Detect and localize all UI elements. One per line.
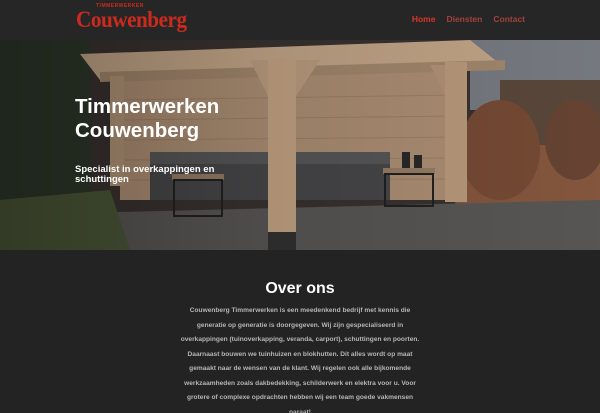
logo[interactable]: TIMMERWERKEN Couwenberg — [76, 3, 188, 33]
hero-title: Timmerwerken Couwenberg — [75, 95, 220, 142]
about-title: Over ons — [265, 280, 335, 297]
site-header: TIMMERWERKEN Couwenberg Home Diensten Co… — [0, 0, 600, 40]
about-text: Couwenberg Timmerwerken is een meedenken… — [180, 307, 420, 413]
nav-home[interactable]: Home — [412, 14, 436, 24]
main-nav: Home Diensten Contact — [412, 14, 525, 24]
hero-banner: Timmerwerken Couwenberg Specialist in ov… — [0, 40, 600, 250]
nav-diensten[interactable]: Diensten — [446, 14, 482, 24]
hero-subtitle: Specialist in overkappingen en schutting… — [75, 164, 215, 185]
nav-contact[interactable]: Contact — [493, 14, 525, 24]
logo-wordmark: Couwenberg — [76, 7, 187, 32]
about-section: Over ons Couwenberg Timmerwerken is een … — [0, 250, 600, 413]
hero-overlay — [0, 40, 600, 250]
